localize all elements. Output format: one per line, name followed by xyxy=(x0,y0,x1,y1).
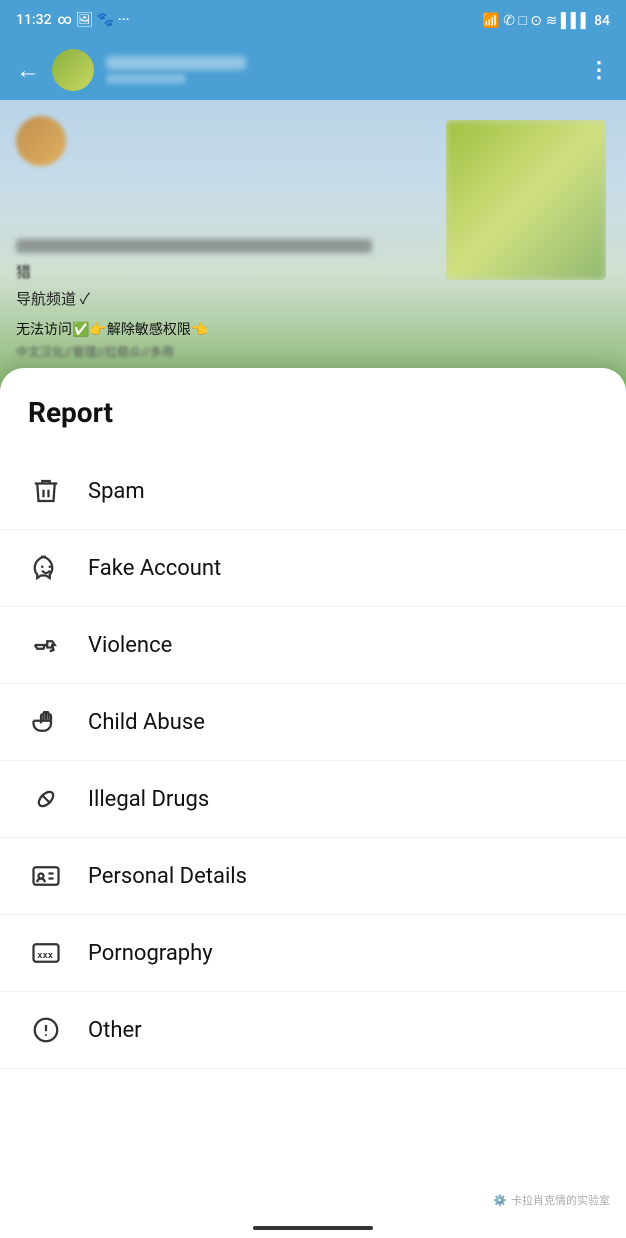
pornography-label: Pornography xyxy=(88,941,213,966)
avatar xyxy=(52,49,94,91)
nav-bar: ← ⋮ xyxy=(0,40,626,100)
back-button[interactable]: ← xyxy=(16,56,40,85)
signal-icons: 📶 ✆ □ ⊙ ≋ ▌▌▌ 84 xyxy=(482,12,610,29)
fake-account-label: Fake Account xyxy=(88,556,221,581)
svg-text:xxx: xxx xyxy=(37,951,54,961)
chinese-text-4: 中文汉化//管理//拉稳众//多用 xyxy=(16,343,610,360)
chinese-text-2: 导航频道 ✓ xyxy=(16,288,610,309)
spam-label: Spam xyxy=(88,479,145,504)
status-left: 11:32 ∞ 🖼 🐾 ··· xyxy=(16,12,130,28)
chinese-text-1: 猎 xyxy=(16,261,610,282)
xxx-icon: xxx xyxy=(28,935,64,971)
nav-title-area xyxy=(106,56,576,84)
report-item-other[interactable]: Other xyxy=(0,992,626,1069)
report-title: Report xyxy=(0,396,626,429)
violence-label: Violence xyxy=(88,633,172,658)
more-button[interactable]: ⋮ xyxy=(588,58,610,83)
illegal-drugs-label: Illegal Drugs xyxy=(88,787,209,812)
blurred-line-1 xyxy=(16,239,372,253)
blurred-content-area: 猎 导航频道 ✓ 无法访问✅👉解除敏感权限👈 中文汉化//管理//拉稳众//多用 xyxy=(0,100,626,390)
report-item-illegal-drugs[interactable]: Illegal Drugs xyxy=(0,761,626,838)
time-display: 11:32 xyxy=(16,12,52,28)
watermark-icon: ⚙️ xyxy=(493,1194,507,1207)
exclamation-icon xyxy=(28,1012,64,1048)
nav-title-blurred xyxy=(106,56,246,70)
status-bar: 11:32 ∞ 🖼 🐾 ··· 📶 ✆ □ ⊙ ≋ ▌▌▌ 84 xyxy=(0,0,626,40)
report-sheet: Report Spam xyxy=(0,368,626,1238)
mask-icon xyxy=(28,550,64,586)
report-item-spam[interactable]: Spam xyxy=(0,453,626,530)
report-list: Spam Fake Account xyxy=(0,453,626,1069)
profile-avatar-blurred xyxy=(16,116,66,166)
home-indicator xyxy=(253,1226,373,1230)
report-item-personal-details[interactable]: Personal Details xyxy=(0,838,626,915)
watermark-text: 卡拉肖克情的实验室 xyxy=(511,1192,610,1208)
status-right: 📶 ✆ □ ⊙ ≋ ▌▌▌ 84 xyxy=(482,12,610,29)
child-abuse-label: Child Abuse xyxy=(88,710,205,735)
other-label: Other xyxy=(88,1018,142,1043)
nav-subtitle-blurred xyxy=(106,74,186,84)
status-icons: ∞ 🖼 🐾 ··· xyxy=(58,12,130,28)
chinese-text-3: 无法访问✅👉解除敏感权限👈 xyxy=(16,319,610,339)
id-card-icon xyxy=(28,858,64,894)
blurred-text-area: 猎 导航频道 ✓ 无法访问✅👉解除敏感权限👈 中文汉化//管理//拉稳众//多用 xyxy=(16,239,610,360)
report-item-pornography[interactable]: xxx Pornography xyxy=(0,915,626,992)
trash-icon xyxy=(28,473,64,509)
pill-icon xyxy=(28,781,64,817)
report-item-violence[interactable]: Violence xyxy=(0,607,626,684)
report-item-fake-account[interactable]: Fake Account xyxy=(0,530,626,607)
personal-details-label: Personal Details xyxy=(88,864,247,889)
report-item-child-abuse[interactable]: Child Abuse xyxy=(0,684,626,761)
watermark: ⚙️ 卡拉肖克情的实验室 xyxy=(493,1192,610,1208)
hand-icon xyxy=(28,704,64,740)
gun-icon xyxy=(28,627,64,663)
